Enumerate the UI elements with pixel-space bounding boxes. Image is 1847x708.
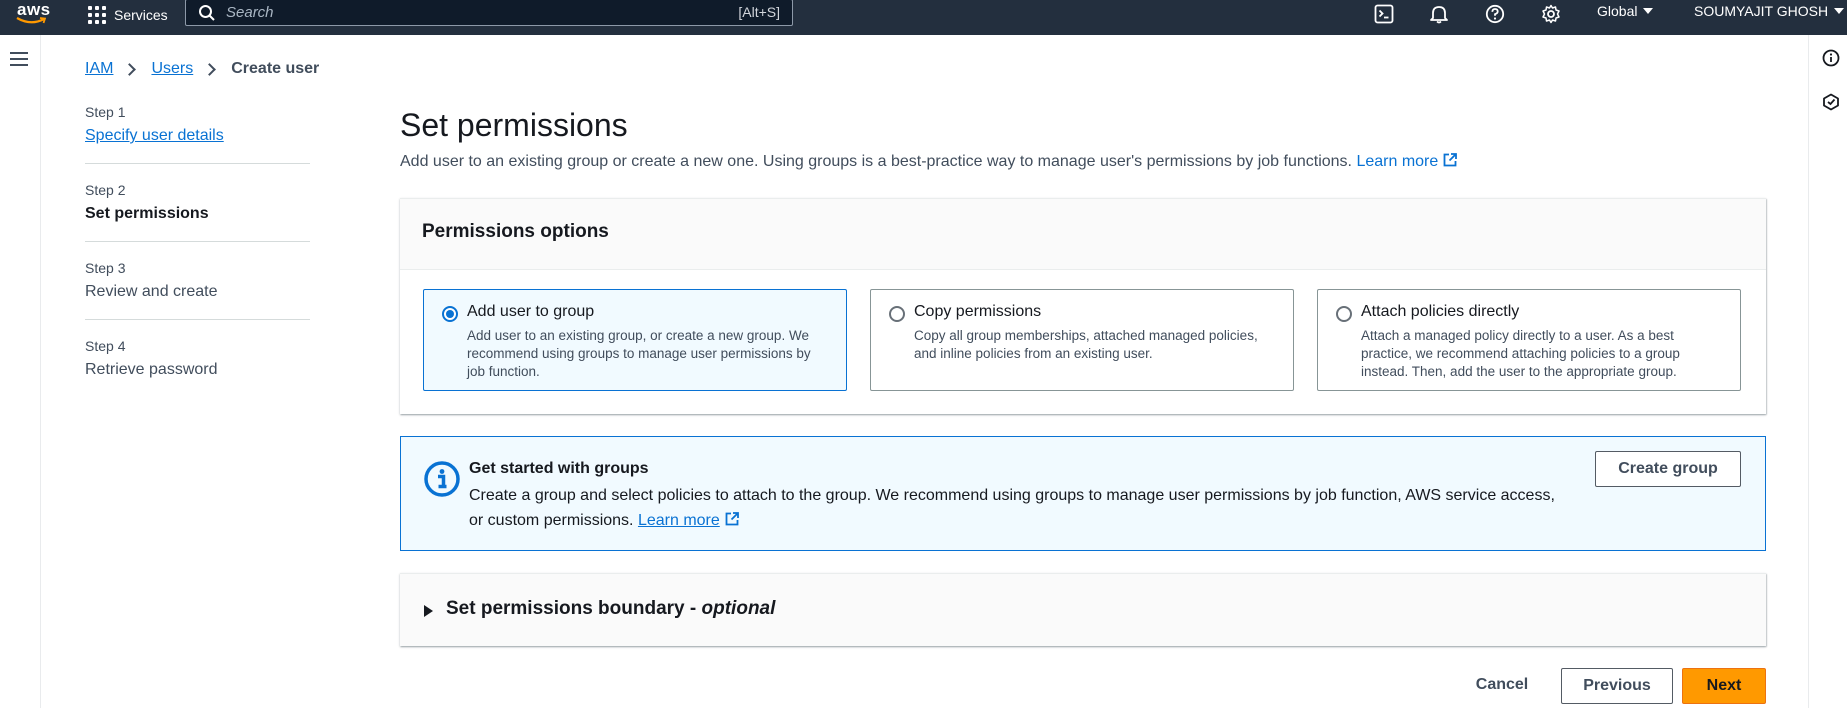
account-menu[interactable]: SOUMYAJIT GHOSH — [1694, 3, 1845, 19]
alert-text: Create a group and select policies to at… — [469, 483, 1569, 533]
hamburger-menu-icon[interactable] — [10, 52, 28, 70]
boundary-heading[interactable]: Set permissions boundary - optional — [446, 598, 775, 620]
create-group-button[interactable]: Create group — [1595, 451, 1741, 487]
cloudshell-icon[interactable] — [1372, 2, 1396, 26]
page-description-text: Add user to an existing group or create … — [400, 153, 1352, 170]
step-1: Step 1 Specify user details — [85, 104, 310, 164]
step-number: Step 3 — [85, 260, 126, 276]
chevron-right-icon — [203, 62, 217, 76]
bell-icon[interactable] — [1427, 2, 1451, 26]
step-4-label: Retrieve password — [85, 361, 218, 378]
tile-title: Copy permissions — [914, 303, 1042, 320]
option-attach-policies-directly[interactable]: Attach policies directly Attach a manage… — [1317, 289, 1741, 391]
chevron-right-icon — [123, 62, 137, 76]
account-name: SOUMYAJIT GHOSH — [1694, 3, 1829, 19]
step-3-label: Review and create — [85, 283, 218, 300]
step-number: Step 4 — [85, 338, 126, 354]
boundary-title: Set permissions boundary - — [446, 598, 697, 619]
aws-smile-icon — [16, 17, 46, 24]
info-icon — [424, 461, 460, 497]
region-label: Global — [1597, 3, 1638, 19]
alert-title: Get started with groups — [469, 460, 649, 477]
previous-button[interactable]: Previous — [1561, 668, 1673, 704]
step-4: Step 4 Retrieve password — [85, 338, 310, 397]
cancel-button[interactable]: Cancel — [1462, 667, 1542, 703]
feedback-icon[interactable] — [1822, 93, 1840, 111]
caret-down-icon — [1643, 8, 1654, 14]
breadcrumb-current: Create user — [231, 60, 320, 77]
settings-icon[interactable] — [1539, 2, 1563, 26]
step-number: Step 2 — [85, 182, 126, 198]
boundary-optional-label: optional — [701, 598, 776, 619]
right-rail — [1808, 35, 1847, 708]
tile-description: Attach a managed policy directly to a us… — [1361, 328, 1680, 379]
search-shortcut-hint: [Alt+S] — [738, 4, 780, 20]
option-add-user-to-group[interactable]: Add user to group Add user to an existin… — [423, 289, 847, 391]
permissions-boundary-section[interactable]: Set permissions boundary - optional — [400, 573, 1766, 646]
region-selector[interactable]: Global — [1597, 3, 1654, 19]
tile-title: Attach policies directly — [1361, 303, 1520, 320]
breadcrumb-users[interactable]: Users — [151, 60, 193, 78]
step-1-link[interactable]: Specify user details — [85, 127, 224, 144]
step-2-label: Set permissions — [85, 205, 209, 222]
radio-selected-icon[interactable] — [442, 306, 458, 322]
next-button[interactable]: Next — [1682, 668, 1766, 704]
external-link-icon — [725, 512, 739, 526]
page-description: Add user to an existing group or create … — [400, 152, 1458, 171]
permission-option-tiles: Add user to group Add user to an existin… — [423, 289, 1741, 391]
radio-unselected-icon[interactable] — [1336, 306, 1352, 322]
step-2: Step 2 Set permissions — [85, 182, 310, 242]
step-3: Step 3 Review and create — [85, 260, 310, 320]
external-link-icon — [1443, 153, 1458, 167]
services-menu-button[interactable]: Services — [88, 3, 168, 27]
search-icon — [199, 5, 215, 21]
caret-down-icon — [1834, 8, 1845, 14]
step-number: Step 1 — [85, 104, 126, 120]
tile-title: Add user to group — [467, 303, 595, 320]
breadcrumb-iam[interactable]: IAM — [85, 60, 113, 78]
breadcrumb: IAM Users Create user — [85, 60, 319, 78]
wizard-steps: Step 1 Specify user details Step 2 Set p… — [85, 104, 310, 415]
alert-body: Create a group and select policies to at… — [469, 487, 1555, 529]
left-rail — [0, 35, 41, 708]
permissions-options-heading: Permissions options — [422, 221, 609, 242]
search-input[interactable] — [226, 2, 666, 22]
services-label: Services — [114, 7, 168, 23]
top-navigation: aws Services [Alt+S] — [0, 0, 1847, 35]
aws-logo[interactable]: aws — [12, 0, 56, 30]
panel-header: Permissions options — [400, 199, 1766, 270]
help-icon[interactable] — [1483, 2, 1507, 26]
search-box[interactable]: [Alt+S] — [185, 0, 793, 26]
learn-more-link[interactable]: Learn more — [1356, 153, 1458, 170]
tile-description: Copy all group memberships, attached man… — [914, 328, 1258, 361]
tile-description: Add user to an existing group, or create… — [467, 328, 811, 379]
alert-learn-more-label: Learn more — [637, 512, 720, 529]
option-copy-permissions[interactable]: Copy permissions Copy all group membersh… — [870, 289, 1294, 391]
radio-unselected-icon[interactable] — [889, 306, 905, 322]
caret-right-icon[interactable] — [424, 605, 433, 617]
permissions-options-panel: Permissions options Add user to group Ad… — [400, 198, 1766, 414]
learn-more-label: Learn more — [1356, 153, 1439, 170]
get-started-groups-alert: Get started with groups Create a group a… — [400, 436, 1766, 551]
info-panel-icon[interactable] — [1822, 49, 1840, 67]
page-title: Set permissions — [400, 107, 628, 143]
alert-learn-more-link[interactable]: Learn more — [638, 512, 740, 529]
grid-icon — [88, 6, 106, 24]
